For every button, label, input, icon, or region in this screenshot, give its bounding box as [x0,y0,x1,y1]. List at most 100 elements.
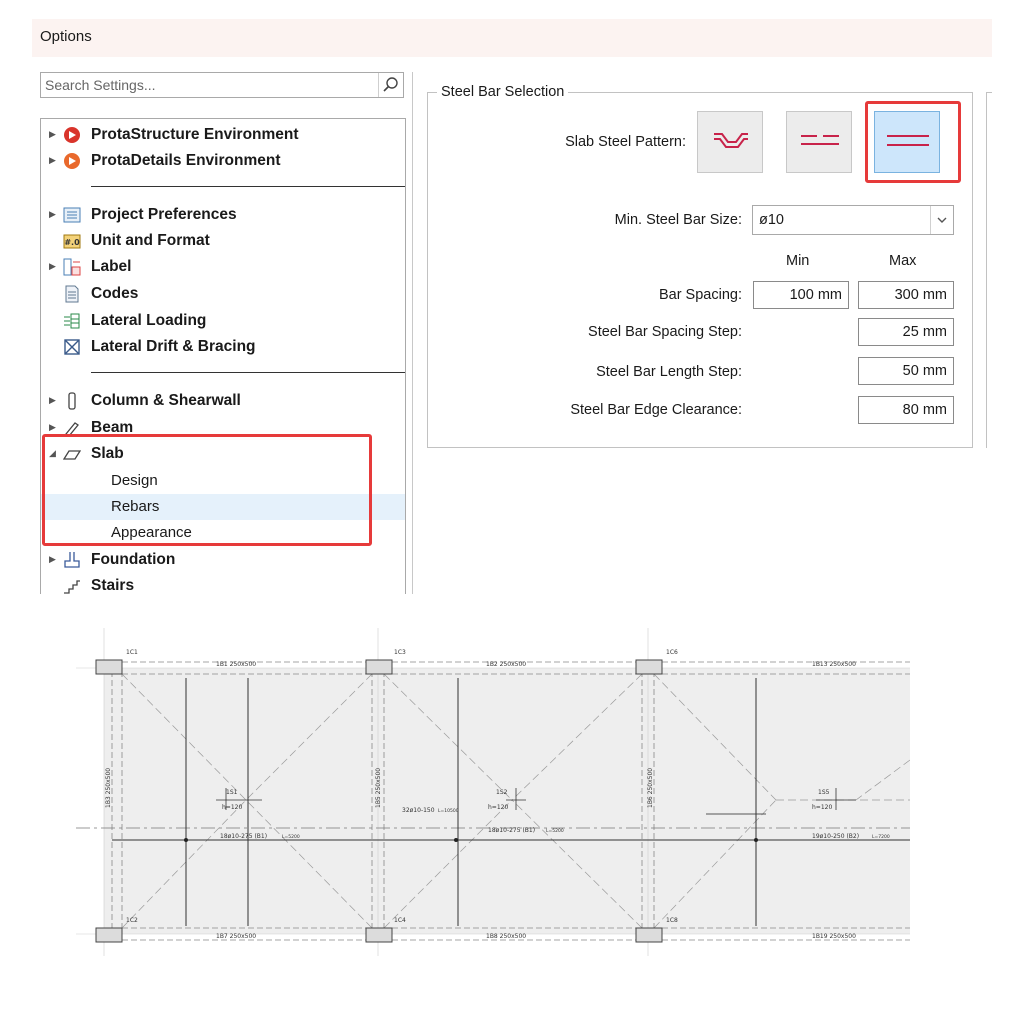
min-bar-size-select[interactable]: ø10 [752,205,954,235]
slab-thickness: h=120 [488,804,508,811]
edge-clearance-input[interactable]: 80 mm [858,396,954,424]
beam-label: 1B19 250x500 [812,933,856,940]
beam-label: 1B1 250x500 [216,661,256,668]
column-label: 1C8 [666,917,678,924]
tree-item-label: Label [91,258,132,275]
expand-arrow-icon[interactable]: ▶ [49,155,56,166]
stairs-icon [64,580,80,594]
tree-item-label: Column & Shearwall [91,392,241,409]
min-bar-size-label: Min. Steel Bar Size: [614,212,742,228]
column-label: 1C1 [126,649,138,656]
dropdown-button[interactable] [930,206,953,234]
protastructure-logo-icon [64,127,80,143]
beam-label: 1B2 250x500 [486,661,526,668]
highlight-box-slab [42,434,372,546]
column-header-max: Max [889,253,917,269]
beam-label: 1B5 250x500 [375,768,382,808]
rebar-label: 18ø10-275 (B1) [488,827,535,834]
expand-arrow-icon[interactable]: ▶ [49,209,56,220]
column-label: 1C3 [394,649,406,656]
rebar-length-label: L=10500 [438,808,459,814]
tree-item-project-preferences[interactable]: ▶ Project Preferences [41,203,405,227]
document-icon [65,285,79,303]
bar-spacing-label: Bar Spacing: [658,287,742,303]
rebar-length-label: L=5200 [282,834,300,840]
slab-thickness: h=120 [222,804,242,811]
lateral-loading-icon [64,313,80,329]
window-title-bar: Options [32,19,992,57]
tree-item-label: Unit and Format [91,232,210,249]
tree-item-label: ProtaDetails Environment [91,152,281,169]
pattern-dashed-button[interactable] [786,111,852,173]
tree-item-label: ProtaStructure Environment [91,126,299,143]
svg-text:#.0: #.0 [64,238,80,247]
beam-label: 1B6 250x500 [647,768,654,808]
unit-format-icon: #.0 [63,234,81,249]
label-icon [63,258,81,276]
slab-label: 1S1 [226,789,238,796]
rebar-label: 19ø10-250 (B2) [812,833,859,840]
tree-item-column-shearwall[interactable]: ▶ Column & Shearwall [41,389,405,413]
search-button[interactable] [378,73,403,97]
expand-arrow-icon[interactable]: ▶ [49,554,56,565]
beam-label: 1B3 250x500 [105,768,112,808]
rebar-label: 18ø10-275 (B1) [220,833,267,840]
group-title: Steel Bar Selection [437,84,569,100]
pane-divider[interactable] [412,72,413,594]
tree-item-lateral-loading[interactable]: Lateral Loading [41,309,405,333]
slab-plan-drawing: 1C1 1C3 1C6 1C2 1C4 1C8 1B1 250x500 1B2 … [76,628,910,956]
expand-arrow-icon[interactable]: ▶ [49,129,56,140]
column-label: 1C2 [126,917,138,924]
bar-spacing-max-input[interactable]: 300 mm [858,281,954,309]
dashed-bars-icon [801,135,839,145]
tree-item-stairs[interactable]: Stairs [41,574,405,594]
divider [91,186,405,187]
tree-item-unit-and-format[interactable]: #.0 Unit and Format [41,229,405,253]
tree-item-label[interactable]: ▶ Label [41,255,405,279]
tree-item-lateral-drift-bracing[interactable]: Lateral Drift & Bracing [41,335,405,359]
slab-label: 1S2 [496,789,508,796]
expand-arrow-icon[interactable]: ▶ [49,395,56,406]
edge-clearance-label: Steel Bar Edge Clearance: [570,402,742,418]
tree-item-foundation[interactable]: ▶ Foundation [41,548,405,572]
bar-spacing-min-input[interactable]: 100 mm [753,281,849,309]
tree-item-label: Lateral Loading [91,312,207,329]
search-input[interactable] [45,76,375,94]
slab-steel-pattern-label: Slab Steel Pattern: [565,134,686,150]
divider [91,372,405,373]
column-label: 1C4 [394,917,406,924]
foundation-icon [64,552,80,568]
slab-thickness: h=120 [812,804,832,811]
tree-item-label: Stairs [91,577,135,594]
expand-arrow-icon[interactable]: ▶ [49,261,56,272]
tree-item-protadetails-environment[interactable]: ▶ ProtaDetails Environment [41,149,405,173]
search-box[interactable] [40,72,404,98]
tree-item-codes[interactable]: Codes [41,282,405,306]
column-icon [68,392,76,410]
chevron-down-icon [937,217,947,223]
window-title: Options [40,28,92,45]
spacing-step-input[interactable]: 25 mm [858,318,954,346]
min-bar-size-value: ø10 [759,212,784,228]
spacing-step-label: Steel Bar Spacing Step: [588,324,742,340]
expand-arrow-icon[interactable]: ▶ [49,422,56,433]
beam-label: 1B13 250x500 [812,661,856,668]
pattern-cranked-button[interactable] [697,111,763,173]
length-step-input[interactable]: 50 mm [858,357,954,385]
protadetails-logo-icon [64,153,80,169]
slab-label: 1S5 [818,789,830,796]
column-header-min: Min [786,253,810,269]
beam-label: 1B8 250x500 [486,933,526,940]
search-icon [383,77,398,92]
tree-item-label: Codes [91,285,139,302]
tree-item-label: Lateral Drift & Bracing [91,338,256,355]
column-label: 1C6 [666,649,678,656]
tree-item-label: Foundation [91,551,176,568]
tree-item-protastructure-environment[interactable]: ▶ ProtaStructure Environment [41,123,405,147]
tree-item-label: Project Preferences [91,206,237,223]
slab-area [104,668,910,934]
highlight-box-pattern [865,101,961,183]
cranked-bars-icon [714,133,748,148]
rebar-label: 32ø10-150 [402,807,435,814]
beam-label: 1B7 250x500 [216,933,256,940]
